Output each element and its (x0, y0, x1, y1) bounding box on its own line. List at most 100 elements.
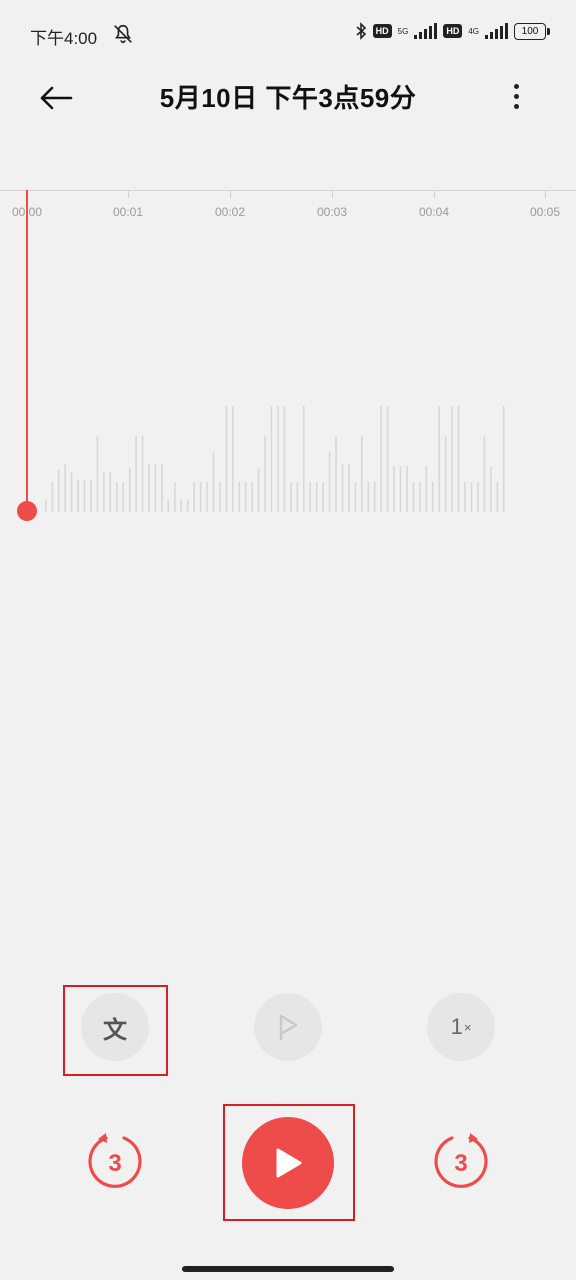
bluetooth-icon (356, 22, 366, 40)
battery-indicator: 100 (514, 22, 550, 40)
waveform-bar (354, 482, 357, 512)
waveform-bar (315, 482, 318, 512)
waveform-bar (186, 500, 189, 512)
waveform-bar (309, 482, 311, 512)
waveform-bar (277, 406, 279, 512)
rewind-icon: 3 (88, 1133, 142, 1188)
waveform-bar (406, 466, 408, 512)
waveform-bar (451, 406, 453, 512)
waveform-bar (483, 436, 486, 512)
hd-badge: HD (372, 24, 392, 38)
waveform-bar (290, 482, 292, 512)
forward-icon: 3 (434, 1133, 488, 1188)
highlight-box (223, 1104, 355, 1221)
waveform-bar (70, 472, 73, 512)
waveform-bar (122, 482, 124, 512)
waveform-bar (380, 406, 382, 512)
waveform-bar (270, 406, 273, 512)
waveform-bar (83, 480, 86, 512)
hd-badge: HD (443, 24, 463, 38)
waveform-bar (174, 482, 176, 512)
waveform-bar (496, 482, 499, 512)
waveform-bar (244, 482, 247, 512)
waveform-bar (64, 464, 66, 512)
waveform-bar (419, 482, 421, 512)
waveform-bar (386, 406, 389, 512)
waveform-bar (490, 466, 492, 512)
waveform-bar (425, 466, 428, 512)
waveform-bar (444, 436, 447, 512)
audio-waveform[interactable] (0, 190, 576, 530)
waveform-bar (167, 500, 170, 512)
waveform-bar (361, 436, 363, 512)
waveform-bar (502, 406, 505, 512)
flag-icon (279, 1014, 298, 1040)
waveform-bar (103, 472, 105, 512)
waveform-bar (45, 500, 47, 512)
status-time: 下午4:00 (30, 29, 98, 48)
waveform-bar (264, 436, 266, 512)
waveform-bar (199, 482, 202, 512)
more-options-button[interactable] (496, 76, 536, 116)
more-icon (513, 83, 519, 89)
notifications-off-icon (114, 24, 132, 44)
waveform-bar (96, 436, 99, 512)
waveform-bar (322, 482, 324, 512)
waveform-bar (457, 406, 460, 512)
rewind-3s-button[interactable]: 3 (84, 1130, 146, 1192)
waveform-bar (335, 436, 337, 512)
speed-suffix: × (463, 1019, 472, 1035)
home-indicator[interactable] (182, 1266, 394, 1272)
waveform-bar (283, 406, 286, 512)
status-icons: HD 5G HD 4G 100 (355, 22, 550, 40)
waveform-bar (219, 482, 221, 512)
waveform-bar (90, 480, 92, 512)
waveform-bar (464, 482, 466, 512)
waveform-bar (477, 482, 479, 512)
rewind-seconds-label: 3 (108, 1150, 121, 1177)
waveform-bar (232, 406, 234, 512)
network-type-label: 4G (468, 26, 479, 36)
waveform-bar (193, 482, 195, 512)
signal-strength-icon (414, 23, 438, 39)
waveform-bar (257, 468, 260, 512)
signal-strength-icon (485, 23, 508, 39)
waveform-bar (148, 464, 150, 512)
waveform-bar (341, 464, 344, 512)
waveform-bar (373, 482, 376, 512)
waveform-bar (77, 480, 79, 512)
speed-value: 1 (450, 1014, 463, 1039)
waveform-bar (412, 482, 415, 512)
waveform-bar (161, 464, 163, 512)
waveform-bar (251, 482, 253, 512)
waveform-bar (399, 466, 402, 512)
waveform-bar (206, 482, 208, 512)
waveform-bar (128, 468, 131, 512)
waveform-bar (238, 482, 241, 512)
waveform-bar (57, 470, 60, 512)
forward-3s-button[interactable]: 3 (430, 1130, 492, 1192)
waveform-bar (51, 482, 54, 512)
waveform-bar (470, 482, 473, 512)
waveform-bar (328, 452, 331, 512)
waveform-bar (296, 482, 299, 512)
playhead-handle[interactable] (17, 501, 37, 521)
waveform-bar (438, 406, 440, 512)
app-header: 5月10日 下午3点59分 (0, 68, 576, 124)
add-marker-button[interactable] (254, 993, 322, 1061)
waveform-bar (348, 464, 350, 512)
waveform-bar (154, 464, 157, 512)
waveform-bar (109, 472, 112, 512)
waveform-bar (393, 466, 395, 512)
waveform-bar (141, 436, 144, 512)
waveform-bar (135, 436, 137, 512)
network-type-label: 5G (397, 26, 409, 36)
waveform-bar (432, 482, 434, 512)
forward-seconds-label: 3 (454, 1150, 467, 1177)
waveform-bar (212, 452, 215, 512)
waveform-bar (303, 406, 305, 512)
playhead-line[interactable] (26, 190, 28, 512)
waveform-bar (116, 482, 118, 512)
playback-speed-button[interactable]: 1 × (427, 993, 495, 1061)
highlight-box (63, 985, 168, 1076)
